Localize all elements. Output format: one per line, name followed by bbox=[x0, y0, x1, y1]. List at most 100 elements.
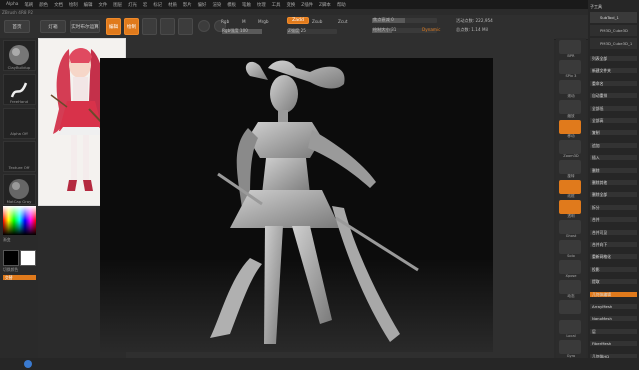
subtool-action[interactable]: 复制 bbox=[590, 130, 637, 136]
view-shelf-label: Local bbox=[566, 334, 576, 338]
subtool-action[interactable]: 删除全部 bbox=[590, 192, 637, 198]
mrgb-label[interactable]: Mrgb bbox=[258, 19, 269, 24]
subtool-item-1[interactable]: SubTool_1 bbox=[590, 12, 637, 23]
subtool-action[interactable]: NanoMesh bbox=[590, 316, 637, 322]
lightbox-button[interactable]: 灯箱 bbox=[40, 20, 66, 33]
menu-item[interactable]: 帮助 bbox=[337, 2, 346, 8]
material-sphere-icon[interactable] bbox=[198, 20, 210, 32]
menu-item[interactable]: 笔触 bbox=[242, 2, 251, 8]
m-label[interactable]: M bbox=[242, 19, 246, 24]
subtool-action[interactable]: 提取 bbox=[590, 279, 637, 285]
menu-item[interactable]: 笔刷 bbox=[24, 2, 33, 8]
subtool-item-2[interactable]: PM3D_Cube3D bbox=[590, 25, 637, 36]
subtool-action[interactable]: 全部高 bbox=[590, 118, 637, 123]
view-shelf-button[interactable] bbox=[559, 80, 581, 94]
alternate-toggle[interactable]: 交替 bbox=[3, 275, 36, 280]
view-shelf-button[interactable] bbox=[559, 300, 581, 314]
subtool-action-label: 删除 bbox=[592, 167, 600, 173]
subtool-action[interactable]: 重命名 bbox=[590, 80, 637, 86]
active-points-readout: 活动点数: 222,954 bbox=[456, 18, 493, 23]
subtool-action[interactable]: 拆分 bbox=[590, 204, 637, 210]
view-shelf-button[interactable] bbox=[559, 160, 581, 174]
dynamic-toggle[interactable]: Dynamic bbox=[422, 27, 440, 32]
menu-item[interactable]: 模板 bbox=[227, 2, 236, 8]
view-shelf-button[interactable] bbox=[559, 240, 581, 254]
subtool-action[interactable]: 重新网格化 bbox=[590, 254, 637, 260]
subtool-action[interactable]: 自动重排 bbox=[590, 93, 637, 99]
main-color-swatch[interactable] bbox=[3, 250, 19, 266]
rotate-mode-button[interactable] bbox=[178, 18, 193, 35]
draw-size-label: 绘制大小 31 bbox=[373, 27, 397, 32]
menu-item[interactable]: 变换 bbox=[286, 2, 295, 8]
subtool-action[interactable]: 插入 bbox=[590, 155, 637, 161]
live-boolean-button[interactable]: 实时布尔运算 bbox=[70, 20, 100, 33]
menu-item[interactable]: 颜色 bbox=[39, 2, 48, 8]
view-shelf-button[interactable] bbox=[559, 180, 581, 194]
switch-color-label[interactable]: 切换颜色 bbox=[3, 267, 41, 273]
subtool-action[interactable]: ArrayMesh bbox=[590, 304, 637, 309]
subtool-item-3[interactable]: PM3D_Cube3D_1 bbox=[590, 38, 637, 49]
zsub-label[interactable]: Zsub bbox=[312, 19, 322, 24]
subtool-action[interactable]: FiberMesh bbox=[590, 341, 637, 347]
view-shelf-button[interactable] bbox=[559, 60, 581, 74]
subtool-action[interactable]: 新建文件夹 bbox=[590, 68, 637, 74]
gradient-label[interactable]: 渐变 bbox=[3, 237, 41, 243]
menu-item[interactable]: Z脚本 bbox=[319, 2, 331, 8]
menu-item[interactable]: 影片 bbox=[183, 2, 192, 8]
menu-item[interactable]: 图层 bbox=[113, 2, 122, 8]
subtool-action[interactable]: 合并向下 bbox=[590, 242, 637, 247]
subtool-action-label: FiberMesh bbox=[592, 341, 612, 347]
view-shelf-button[interactable] bbox=[559, 340, 581, 354]
menu-item[interactable]: 绘制 bbox=[69, 2, 78, 8]
rgb-label[interactable]: Rgb bbox=[221, 19, 229, 24]
subtool-item-2-label: PM3D_Cube3D bbox=[600, 28, 628, 33]
subtool-action[interactable]: 几何体编辑 bbox=[590, 291, 637, 297]
subtool-action-label: 删除其他 bbox=[592, 180, 608, 185]
subtool-action-label: 全部低 bbox=[592, 105, 604, 111]
menu-item[interactable]: 灯光 bbox=[128, 2, 137, 8]
subtool-action[interactable]: 层 bbox=[590, 328, 637, 334]
menu-item[interactable]: 偏好 bbox=[198, 2, 207, 8]
zcut-label[interactable]: Zcut bbox=[338, 19, 347, 24]
3d-viewport[interactable] bbox=[100, 58, 493, 352]
view-shelf-button[interactable] bbox=[559, 120, 581, 134]
subtool-action[interactable]: 投影 bbox=[590, 266, 637, 272]
view-shelf-button[interactable] bbox=[559, 280, 581, 294]
secondary-color-swatch[interactable] bbox=[20, 250, 36, 266]
scale-mode-button[interactable] bbox=[160, 18, 175, 35]
menu-item[interactable]: 渲染 bbox=[212, 2, 221, 8]
menu-item[interactable]: 材质 bbox=[168, 2, 177, 8]
menu-item[interactable]: 文档 bbox=[54, 2, 63, 8]
view-shelf-button[interactable] bbox=[559, 320, 581, 334]
move-mode-button[interactable] bbox=[142, 18, 157, 35]
subtool-action[interactable]: 删除其他 bbox=[590, 180, 637, 185]
subtool-action[interactable]: 全部低 bbox=[590, 105, 637, 111]
draw-button[interactable]: 绘制 bbox=[124, 18, 139, 35]
zadd-button[interactable]: Zadd bbox=[287, 17, 309, 24]
home-button[interactable]: 首页 bbox=[4, 20, 30, 33]
subtool-action[interactable]: 追加 bbox=[590, 142, 637, 148]
view-shelf-button[interactable] bbox=[559, 220, 581, 234]
subtool-action[interactable]: 删除 bbox=[590, 167, 637, 173]
menu-item[interactable]: 工具 bbox=[272, 2, 281, 8]
menu-item[interactable]: Z插件 bbox=[301, 2, 313, 8]
view-shelf-button[interactable] bbox=[559, 40, 581, 54]
menu-item[interactable]: 文件 bbox=[98, 2, 107, 8]
edit-button[interactable]: 编辑 bbox=[106, 18, 121, 35]
menu-item[interactable]: 标记 bbox=[153, 2, 162, 8]
menu-item[interactable]: Alpha bbox=[6, 2, 18, 7]
subtool-action[interactable]: 列表全部 bbox=[590, 56, 637, 61]
menu-item[interactable]: 编辑 bbox=[84, 2, 93, 8]
menu-item[interactable]: 宏 bbox=[143, 2, 147, 8]
view-shelf-button[interactable] bbox=[559, 100, 581, 114]
view-shelf-button[interactable] bbox=[559, 140, 581, 154]
color-picker[interactable] bbox=[3, 206, 36, 235]
zbrush-logo-icon[interactable] bbox=[24, 360, 32, 368]
view-shelf-label: Ghost bbox=[565, 234, 577, 238]
menu-item[interactable]: 纹理 bbox=[257, 2, 266, 8]
view-shelf-button[interactable] bbox=[559, 200, 581, 214]
view-shelf-label: 滚动 bbox=[567, 94, 575, 98]
view-shelf-button[interactable] bbox=[559, 260, 581, 274]
subtool-action[interactable]: 合并可见 bbox=[590, 229, 637, 235]
subtool-action[interactable]: 合并 bbox=[590, 217, 637, 223]
